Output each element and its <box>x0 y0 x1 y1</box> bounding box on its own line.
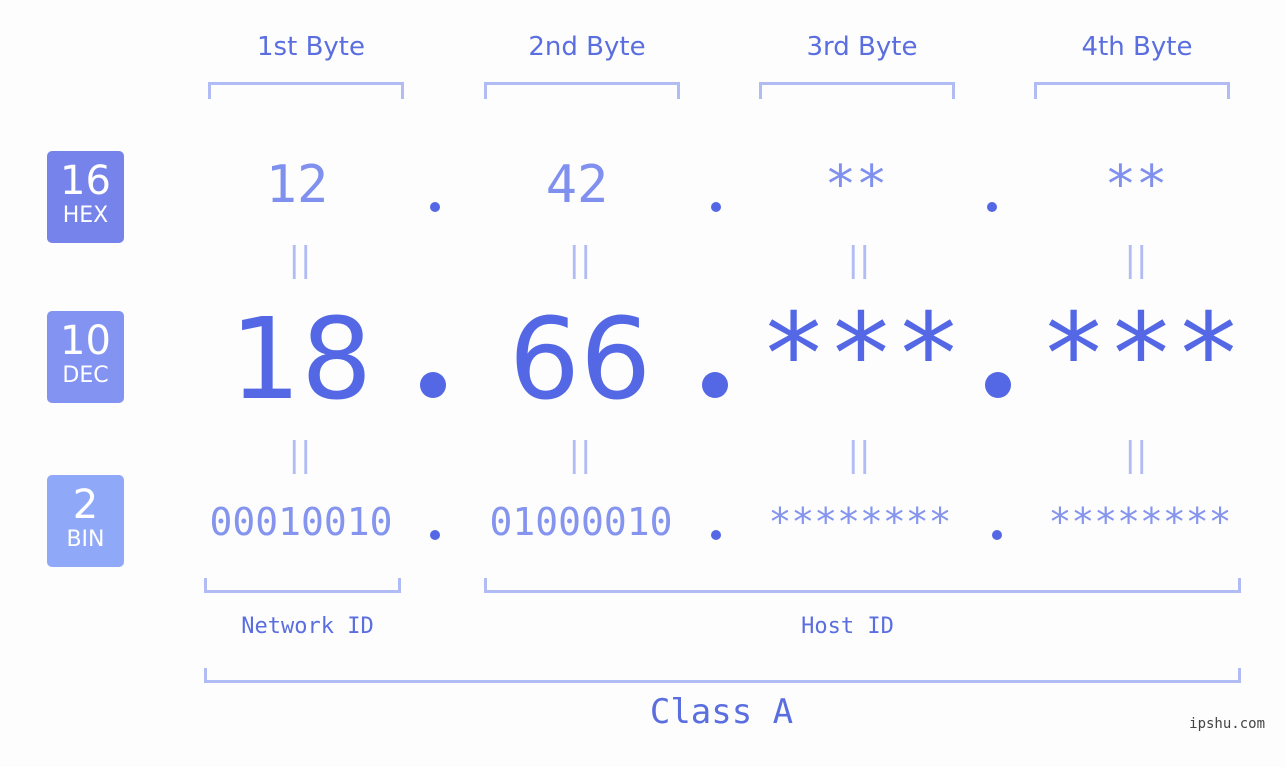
host-id-bracket <box>484 578 1241 593</box>
dec-dot-3 <box>985 372 1011 398</box>
class-bracket <box>204 668 1241 683</box>
bin-dot-3 <box>992 530 1002 540</box>
byte-title-2: 2nd Byte <box>528 32 646 62</box>
bin-value-3: ******** <box>768 500 952 544</box>
bin-badge: 2 BIN <box>47 475 124 567</box>
dec-dot-1 <box>420 372 446 398</box>
dec-badge: 10 DEC <box>47 311 124 403</box>
equals-hex-dec-3: || <box>847 240 871 280</box>
watermark: ipshu.com <box>1189 716 1265 732</box>
dec-value-3: *** <box>759 290 963 420</box>
hex-base-number: 16 <box>60 158 111 204</box>
byte-bracket-2 <box>484 82 680 99</box>
hex-dot-2 <box>711 202 721 212</box>
hex-badge: 16 HEX <box>47 151 124 243</box>
bin-value-1: 00010010 <box>209 500 393 544</box>
dec-value-1: 18 <box>229 295 373 425</box>
dec-base-number: 10 <box>60 318 111 364</box>
network-id-bracket <box>204 578 401 593</box>
dec-base-label: DEC <box>62 363 109 388</box>
bin-base-number: 2 <box>72 482 99 528</box>
equals-hex-dec-4: || <box>1124 240 1148 280</box>
hex-value-1: 12 <box>265 155 329 215</box>
bin-dot-2 <box>711 530 721 540</box>
byte-title-1: 1st Byte <box>257 32 365 62</box>
bin-dot-1 <box>430 530 440 540</box>
byte-bracket-3 <box>759 82 955 99</box>
bin-value-4: ******** <box>1048 500 1232 544</box>
hex-base-label: HEX <box>62 203 109 228</box>
hex-dot-1 <box>430 202 440 212</box>
host-id-label: Host ID <box>801 614 894 639</box>
equals-dec-bin-4: || <box>1124 435 1148 475</box>
equals-hex-dec-1: || <box>288 240 312 280</box>
hex-value-3: ** <box>824 155 888 215</box>
class-label: Class A <box>649 692 794 732</box>
equals-dec-bin-3: || <box>847 435 871 475</box>
byte-title-3: 3rd Byte <box>806 32 918 62</box>
dec-value-2: 66 <box>508 295 652 425</box>
hex-dot-3 <box>987 202 997 212</box>
hex-value-2: 42 <box>545 155 609 215</box>
byte-title-4: 4th Byte <box>1081 32 1193 62</box>
bin-base-label: BIN <box>66 527 105 552</box>
hex-value-4: ** <box>1104 155 1168 215</box>
network-id-label: Network ID <box>241 614 374 639</box>
equals-dec-bin-1: || <box>288 435 312 475</box>
equals-hex-dec-2: || <box>568 240 592 280</box>
byte-bracket-1 <box>208 82 404 99</box>
dec-dot-2 <box>702 372 728 398</box>
byte-bracket-4 <box>1034 82 1230 99</box>
bin-value-2: 01000010 <box>489 500 673 544</box>
equals-dec-bin-2: || <box>568 435 592 475</box>
dec-value-4: *** <box>1039 290 1243 420</box>
